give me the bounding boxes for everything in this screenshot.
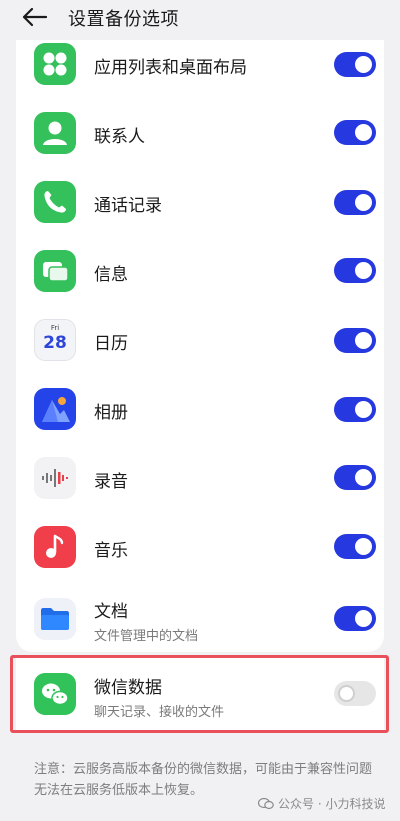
- toggle-messages[interactable]: [334, 258, 376, 283]
- watermark: 公众号 · 小力科技说: [258, 795, 385, 812]
- list-item-music: 音乐: [16, 513, 384, 582]
- watermark-text: 公众号 · 小力科技说: [278, 797, 386, 811]
- item-label: 通话记录: [94, 196, 162, 216]
- item-label: 音乐: [94, 541, 128, 561]
- toggle-call-log[interactable]: [334, 190, 376, 215]
- list-item-app-layout: 应用列表和桌面布局: [16, 30, 384, 99]
- list-item-messages: 信息: [16, 237, 384, 306]
- highlight-box: [10, 655, 389, 733]
- back-arrow-icon[interactable]: [20, 6, 48, 28]
- item-label: 相册: [94, 403, 128, 423]
- toggle-gallery[interactable]: [334, 397, 376, 422]
- list-item-call-log: 通话记录: [16, 168, 384, 237]
- toggle-recorder[interactable]: [334, 465, 376, 490]
- music-icon: [34, 526, 76, 568]
- backup-options-list: 应用列表和桌面布局 联系人 通话记录 信息 Fri 28 日历 相册 录音 音乐…: [16, 40, 384, 652]
- list-item-recorder: 录音: [16, 444, 384, 513]
- calendar-icon: Fri 28: [34, 319, 76, 361]
- page-title: 设置备份选项: [68, 9, 179, 30]
- toggle-documents[interactable]: [334, 606, 376, 631]
- gallery-icon: [34, 388, 76, 430]
- toggle-app-layout[interactable]: [334, 52, 376, 77]
- item-label: 应用列表和桌面布局: [94, 58, 247, 78]
- list-item-contacts: 联系人: [16, 99, 384, 168]
- item-label: 文档: [94, 602, 128, 622]
- item-label: 日历: [94, 334, 128, 354]
- toggle-contacts[interactable]: [334, 120, 376, 145]
- toggle-music[interactable]: [334, 534, 376, 559]
- recorder-icon: [34, 457, 76, 499]
- item-label: 录音: [94, 472, 128, 492]
- calendar-date: 28: [43, 333, 67, 353]
- calendar-day: Fri: [50, 324, 60, 332]
- item-subtitle: 文件管理中的文档: [94, 629, 199, 644]
- item-label: 信息: [94, 265, 128, 285]
- list-item-gallery: 相册: [16, 375, 384, 444]
- item-label: 联系人: [94, 127, 145, 147]
- app-grid-icon: [34, 43, 76, 85]
- list-item-calendar: Fri 28 日历: [16, 306, 384, 375]
- folder-icon: [34, 598, 76, 640]
- messages-icon: [34, 250, 76, 292]
- wechat-official-icon: [258, 797, 274, 810]
- contacts-icon: [34, 112, 76, 154]
- list-item-documents: 文档 文件管理中的文档: [16, 582, 384, 652]
- phone-icon: [34, 181, 76, 223]
- toggle-calendar[interactable]: [334, 328, 376, 353]
